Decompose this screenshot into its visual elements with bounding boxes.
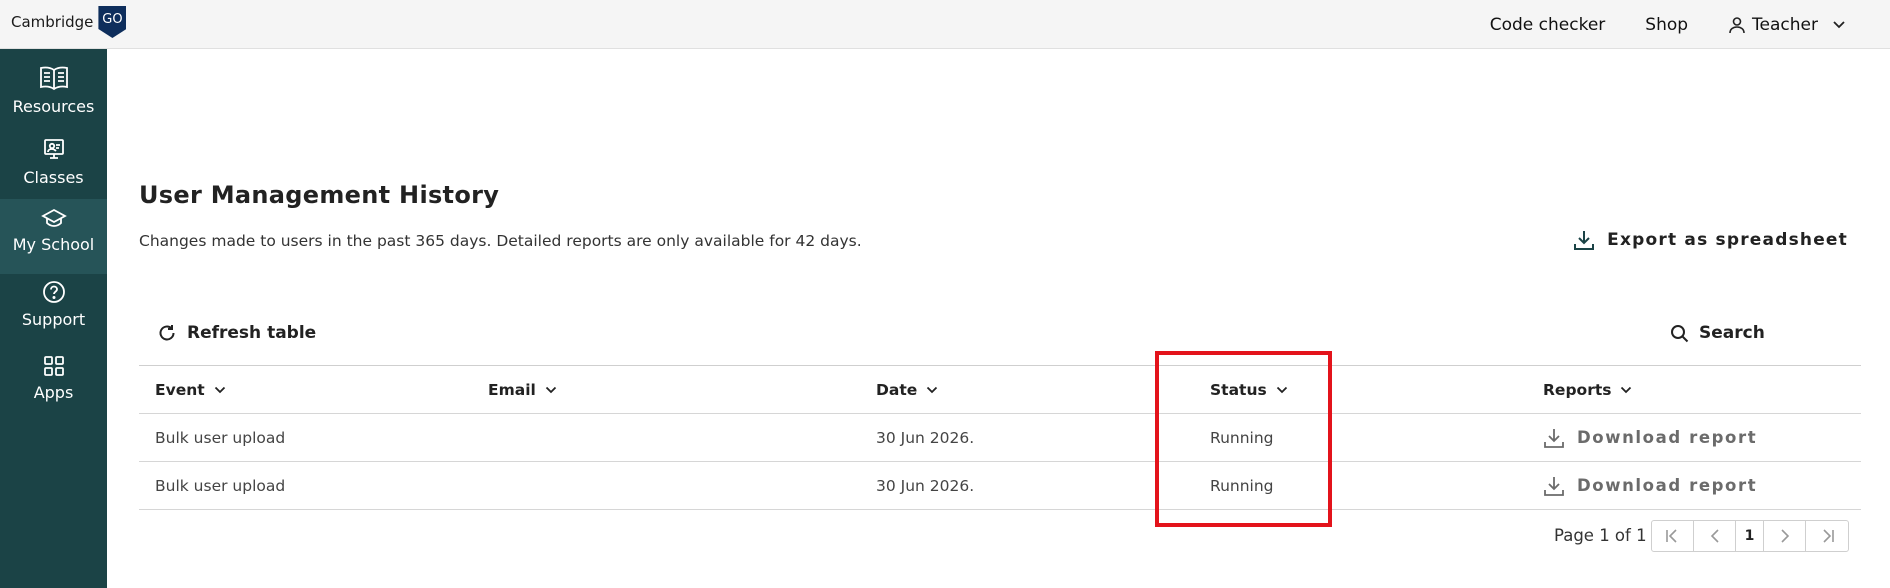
download-report-link[interactable]: Download report bbox=[1543, 475, 1757, 497]
shop-link[interactable]: Shop bbox=[1645, 15, 1688, 35]
column-header-email[interactable]: Email bbox=[488, 366, 557, 413]
status-cell: Running bbox=[1210, 476, 1274, 495]
top-nav: Code checker Shop Teacher bbox=[1490, 0, 1890, 49]
brand-logo[interactable]: Cambridge GO bbox=[11, 6, 127, 38]
chevron-down-icon bbox=[1276, 386, 1287, 393]
classroom-icon bbox=[42, 132, 66, 162]
page-description: Changes made to users in the past 365 da… bbox=[139, 232, 862, 250]
user-icon bbox=[1729, 16, 1745, 33]
last-page-button[interactable] bbox=[1806, 521, 1848, 551]
chevron-left-icon bbox=[1710, 529, 1719, 543]
download-icon bbox=[1544, 428, 1564, 448]
status-cell: Running bbox=[1210, 428, 1274, 447]
brand-shield-icon: GO bbox=[98, 6, 127, 38]
event-cell: Bulk user upload bbox=[155, 428, 286, 447]
search-label: Search bbox=[1699, 323, 1765, 343]
refresh-table-button[interactable]: Refresh table bbox=[157, 323, 316, 343]
pagination: 1 bbox=[1651, 520, 1849, 552]
search-button[interactable]: Search bbox=[1670, 323, 1765, 343]
date-cell: 30 Jun 2026. bbox=[876, 428, 975, 447]
download-icon bbox=[1574, 231, 1595, 250]
chevron-down-icon bbox=[545, 386, 556, 393]
download-icon bbox=[1544, 476, 1564, 496]
first-page-icon bbox=[1665, 529, 1677, 543]
sidebar-item-label: My School bbox=[12, 235, 95, 254]
reports-cell: Download report bbox=[1543, 462, 1757, 509]
search-icon bbox=[1671, 324, 1689, 342]
history-table: Event Email Date Status Reports Bulk use… bbox=[139, 365, 1861, 510]
user-menu[interactable]: Teacher bbox=[1728, 15, 1852, 35]
apps-grid-icon bbox=[43, 347, 65, 377]
export-label: Export as spreadsheet bbox=[1607, 230, 1848, 250]
event-cell: Bulk user upload bbox=[155, 476, 286, 495]
reports-cell: Download report bbox=[1543, 414, 1757, 461]
book-icon bbox=[38, 61, 70, 91]
sidebar-item-apps[interactable]: Apps bbox=[0, 347, 107, 418]
sidebar-item-resources[interactable]: Resources bbox=[0, 61, 107, 132]
chevron-right-icon bbox=[1780, 529, 1789, 543]
sidebar-item-label: Support bbox=[21, 310, 86, 329]
column-header-date[interactable]: Date bbox=[876, 366, 938, 413]
date-cell: 30 Jun 2026. bbox=[876, 476, 975, 495]
user-menu-label: Teacher bbox=[1752, 14, 1818, 35]
sidebar: Resources Classes My School Support Apps bbox=[0, 49, 107, 588]
table-header: Event Email Date Status Reports bbox=[139, 365, 1861, 414]
first-page-button[interactable] bbox=[1652, 521, 1694, 551]
chevron-down-icon bbox=[214, 386, 225, 393]
pagination-label: Page 1 of 1 bbox=[1554, 526, 1647, 545]
page-title: User Management History bbox=[139, 181, 500, 209]
chevron-down-icon bbox=[927, 386, 938, 393]
chevron-down-icon bbox=[1833, 20, 1845, 28]
column-header-reports[interactable]: Reports bbox=[1543, 366, 1632, 413]
export-spreadsheet-button[interactable]: Export as spreadsheet bbox=[1573, 229, 1848, 251]
graduation-cap-icon bbox=[40, 199, 67, 229]
top-bar: Cambridge GO Code checker Shop Teacher bbox=[0, 0, 1890, 49]
refresh-label: Refresh table bbox=[187, 323, 317, 343]
column-header-status[interactable]: Status bbox=[1210, 366, 1288, 413]
next-page-button[interactable] bbox=[1764, 521, 1806, 551]
sidebar-item-label: Apps bbox=[33, 383, 74, 402]
sidebar-item-classes[interactable]: Classes bbox=[0, 132, 107, 203]
sidebar-item-my-school[interactable]: My School bbox=[0, 199, 107, 274]
previous-page-button[interactable] bbox=[1694, 521, 1736, 551]
sidebar-item-support[interactable]: Support bbox=[0, 274, 107, 345]
code-checker-link[interactable]: Code checker bbox=[1490, 15, 1606, 35]
brand-name: Cambridge bbox=[11, 13, 94, 31]
last-page-icon bbox=[1823, 529, 1834, 543]
help-icon bbox=[42, 274, 66, 304]
chevron-down-icon bbox=[1621, 386, 1632, 393]
table-row: Bulk user upload 30 Jun 2026. Running Do… bbox=[139, 462, 1861, 510]
table-row: Bulk user upload 30 Jun 2026. Running Do… bbox=[139, 414, 1861, 462]
column-header-event[interactable]: Event bbox=[155, 366, 226, 413]
page-number-button[interactable]: 1 bbox=[1736, 521, 1764, 551]
refresh-icon bbox=[159, 325, 175, 341]
sidebar-item-label: Classes bbox=[23, 168, 84, 187]
sidebar-item-label: Resources bbox=[12, 97, 95, 116]
download-report-link[interactable]: Download report bbox=[1543, 427, 1757, 449]
